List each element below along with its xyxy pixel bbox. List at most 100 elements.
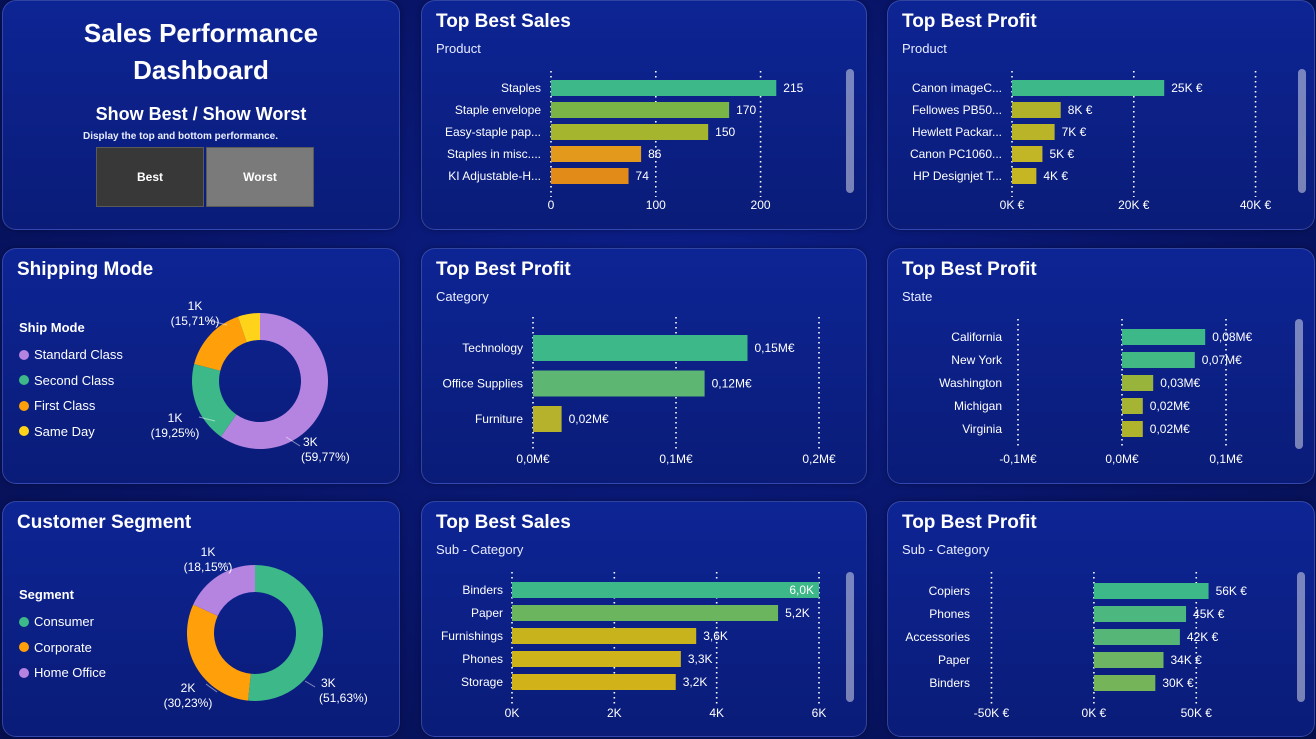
- category-label: Technology: [462, 341, 523, 355]
- tick-label: 0K: [505, 706, 520, 720]
- bar: [1012, 80, 1165, 96]
- profit-product-chart[interactable]: 0K € 20K € 40K € Canon imageC... 25K € Fellow…: [888, 1, 1315, 230]
- tick-label: 100: [646, 198, 666, 212]
- category-label: California: [951, 330, 1002, 344]
- profit-state-chart[interactable]: -0,1M€ 0,0M€ 0,1M€ California 0,08M€ New York…: [888, 249, 1315, 484]
- data-label: 3,2K: [683, 675, 708, 689]
- shipping-mode-card: Shipping Mode Ship Mode Standard Class S…: [2, 248, 400, 484]
- bar: [1093, 606, 1187, 622]
- bar: [533, 335, 748, 361]
- profit-subcategory-chart[interactable]: -50K € 0K € 50K € Copiers 56K € Phones 45K € Ac…: [888, 502, 1315, 737]
- profit-product-card: Top Best Profit Product 0K €20K €40K € Ca…: [887, 0, 1315, 230]
- bar: [1012, 168, 1037, 184]
- bar: [1012, 146, 1043, 162]
- category-label: Paper: [938, 653, 970, 667]
- profit-category-chart[interactable]: 0,0M€ 0,1M€ 0,2M€ Technology 0,15M€ Office Su…: [422, 249, 867, 484]
- data-label: 0,15M€: [755, 341, 795, 355]
- data-label: 0,02M€: [1150, 399, 1190, 413]
- scrollbar-thumb[interactable]: [846, 572, 854, 702]
- category-label: Accessories: [905, 630, 970, 644]
- bar: [1012, 124, 1055, 140]
- scrollbar-thumb[interactable]: [1298, 69, 1306, 193]
- bar: [1122, 329, 1206, 345]
- bar: [551, 124, 709, 140]
- category-label: Hewlett Packar...: [912, 125, 1002, 139]
- category-label: Staple envelope: [455, 103, 541, 117]
- data-label: 8K €: [1068, 103, 1093, 117]
- bar: [1122, 375, 1154, 391]
- worst-button[interactable]: Worst: [206, 147, 314, 207]
- bar: [1093, 675, 1156, 691]
- scrollbar-thumb[interactable]: [846, 69, 854, 193]
- toggle-description: Display the top and bottom performance.: [83, 131, 279, 142]
- donut-slice[interactable]: [248, 565, 323, 701]
- data-label: 7K €: [1062, 125, 1087, 139]
- donut-slice[interactable]: [187, 604, 251, 701]
- data-label: 0,08M€: [1212, 330, 1252, 344]
- slice-value-label: 1K: [201, 545, 216, 559]
- bar: [551, 102, 730, 118]
- category-label: Phones: [462, 652, 503, 666]
- slice-percent-label: (18,15%): [184, 560, 233, 574]
- tick-label: 40K €: [1240, 198, 1272, 212]
- category-label: Staples in misc....: [447, 147, 541, 161]
- category-label: Michigan: [954, 399, 1002, 413]
- data-label: 25K €: [1171, 81, 1203, 95]
- category-label: Storage: [461, 675, 503, 689]
- tick-label: 0: [548, 198, 555, 212]
- data-label: 74: [636, 169, 650, 183]
- data-label: 34K €: [1171, 653, 1203, 667]
- data-label: 30K €: [1162, 676, 1194, 690]
- category-label: Binders: [462, 583, 503, 597]
- sales-product-card: Top Best Sales Product 0 100 200 Staples 215…: [421, 0, 867, 230]
- category-label: KI Adjustable-H...: [448, 169, 541, 183]
- category-label: Paper: [471, 606, 503, 620]
- sales-subcategory-chart[interactable]: 0K 2K 4K 6K Binders 6,0K Paper 5,2K Furnishings 3…: [422, 502, 867, 737]
- bar: [551, 168, 629, 184]
- data-label: 215: [783, 81, 803, 95]
- category-label: Copiers: [929, 584, 970, 598]
- bar: [1122, 398, 1143, 414]
- tick-label: 2K: [607, 706, 622, 720]
- slice-percent-label: (59,77%): [301, 450, 350, 464]
- category-label: New York: [951, 353, 1003, 367]
- bar: [512, 582, 819, 598]
- data-label: 5K €: [1049, 147, 1074, 161]
- tick-label: 0K €: [1082, 706, 1107, 720]
- bar: [1093, 629, 1180, 645]
- customer-segment-card: Customer Segment Segment Consumer Corpor…: [2, 501, 400, 737]
- segment-donut-chart[interactable]: 3K(51,63%) 2K(30,23%) 1K(18,15%): [3, 502, 400, 737]
- sales-subcategory-card: Top Best Sales Sub - Category 0K 2K 4K 6K Bi…: [421, 501, 867, 737]
- profit-subcategory-card: Top Best Profit Sub - Category -50K €0K …: [887, 501, 1315, 737]
- data-label: 0,07M€: [1202, 353, 1242, 367]
- data-label: 4K €: [1043, 169, 1068, 183]
- tick-label: 50K €: [1181, 706, 1213, 720]
- data-label: 6,0K: [789, 583, 814, 597]
- tick-label: 20K €: [1118, 198, 1150, 212]
- profit-state-card: Top Best Profit State -0,1M€ 0,0M€ 0,1M€ Ca…: [887, 248, 1315, 484]
- scrollbar-thumb[interactable]: [1295, 319, 1303, 449]
- data-label: 86: [648, 147, 662, 161]
- data-label: 0,12M€: [712, 377, 752, 391]
- slice-value-label: 2K: [181, 681, 196, 695]
- header-card: Sales Performance Dashboard Show Best / …: [2, 0, 400, 230]
- profit-category-card: Top Best Profit Category 0,0M€ 0,1M€ 0,2M€…: [421, 248, 867, 484]
- sales-product-chart[interactable]: 0 100 200 Staples 215 Staple envelope 170 Easy-…: [422, 1, 867, 230]
- bar: [512, 605, 779, 621]
- bar: [512, 674, 676, 690]
- bar: [1122, 352, 1195, 368]
- best-button[interactable]: Best: [96, 147, 204, 207]
- bar: [551, 80, 777, 96]
- data-label: 5,2K: [785, 606, 810, 620]
- bar: [551, 146, 642, 162]
- scrollbar-thumb[interactable]: [1297, 572, 1305, 702]
- tick-label: 200: [751, 198, 771, 212]
- shipping-donut-chart[interactable]: 3K(59,77%)1K(19,25%)1K(15,71%): [3, 249, 400, 484]
- tick-label: 0K €: [1000, 198, 1025, 212]
- slice-percent-label: (30,23%): [164, 696, 213, 710]
- slice-percent-label: (19,25%): [151, 426, 200, 440]
- data-label: 45K €: [1193, 607, 1225, 621]
- data-label: 0,02M€: [1150, 422, 1190, 436]
- data-label: 0,02M€: [569, 412, 609, 426]
- slice-value-label: 3K: [303, 435, 318, 449]
